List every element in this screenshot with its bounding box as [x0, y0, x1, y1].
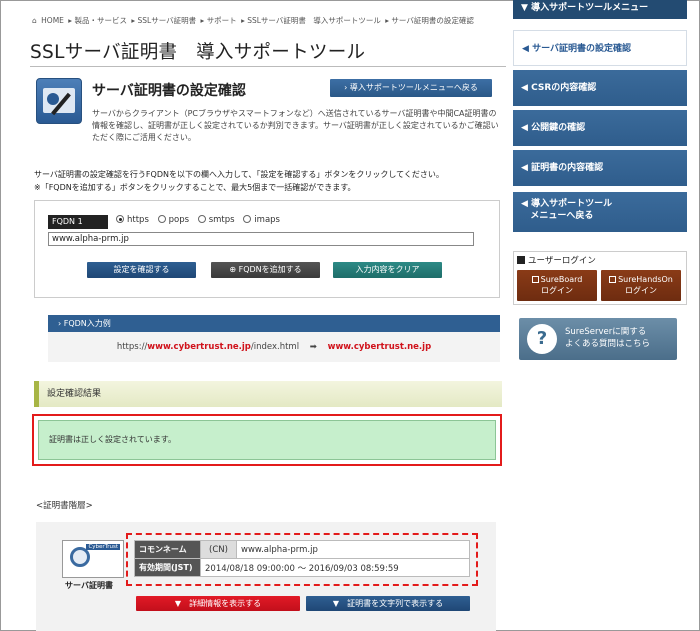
sidebar: ▼ 導入サポートツールメニュー ◀ サーバ証明書の設定確認 ◀ CSRの内容確認…	[513, 0, 687, 631]
breadcrumb-support[interactable]: サポート	[207, 16, 237, 25]
add-fqdn-button[interactable]: ⊕ FQDNを追加する	[211, 262, 320, 278]
certificate-label: サーバ証明書	[65, 581, 113, 590]
breadcrumb-home[interactable]: HOME	[41, 16, 64, 25]
door-icon	[531, 276, 539, 283]
sidebar-title: ▼ 導入サポートツールメニュー	[513, 0, 687, 19]
fqdn-label: FQDN 1	[48, 215, 108, 229]
radio-imaps[interactable]: imaps	[243, 215, 280, 225]
show-details-button[interactable]: ▼ 詳細情報を表示する	[136, 596, 300, 611]
section-description: サーバからクライアント（PCブラウザやスマートフォンなど）へ送信されているサーバ…	[92, 109, 499, 142]
sidebar-item-pubkey[interactable]: ◀ 公開鍵の確認	[513, 110, 687, 146]
arrow-right-icon: ➡	[309, 342, 317, 352]
radio-smtps[interactable]: smtps	[197, 215, 235, 225]
clear-input-button[interactable]: 入力内容をクリア	[333, 262, 442, 278]
show-text-button[interactable]: ▼ 証明書を文字列で表示する	[306, 596, 470, 611]
door-icon	[609, 276, 617, 283]
sidebar-item-menu-back[interactable]: ◀ 導入サポートツール メニューへ戻る	[513, 192, 687, 232]
surehandson-login-button[interactable]: SureHandsOn ログイン	[601, 270, 681, 301]
instructions: サーバ証明書の設定確認を行うFQDNを以下の欄へ入力して、「設定を確認する」ボタ…	[34, 168, 504, 194]
section-title: サーバ証明書の設定確認	[92, 83, 246, 99]
breadcrumb-current: サーバ証明書の設定確認	[391, 16, 474, 25]
plus-circle-icon: ⊕	[229, 265, 237, 274]
sidebar-item-cert-content[interactable]: ◀ 証明書の内容確認	[513, 150, 687, 186]
page-title: SSLサーバ証明書 導入サポートツール	[30, 42, 366, 63]
instruction-line-1: サーバ証明書の設定確認を行うFQDNを以下の欄へ入力して、「設定を確認する」ボタ…	[34, 170, 444, 179]
example-body: https://www.cybertrust.ne.jp/index.html …	[48, 332, 500, 362]
table-row: コモンネーム (CN) www.alpha-prm.jp	[134, 540, 470, 559]
breadcrumb-tool[interactable]: SSLサーバ証明書 導入サポートツール	[247, 16, 381, 25]
protocol-radios: https pops smtps imaps	[116, 215, 286, 225]
faq-banner[interactable]: ? SureServerに関する よくある質問はこちら	[519, 318, 677, 360]
home-icon: ⌂	[32, 16, 37, 25]
certificate-table: コモンネーム (CN) www.alpha-prm.jp 有効期間(JST) 2…	[134, 540, 470, 577]
instruction-line-2: ※「FQDNを追加する」ボタンをクリックすることで、最大5個まで一括確認ができま…	[34, 183, 356, 192]
result-header: 設定確認結果	[34, 381, 502, 407]
certificate-tool-icon	[36, 78, 82, 124]
menu-back-button[interactable]: › 導入サポートツールメニューへ戻る	[330, 79, 492, 97]
login-title: ユーザーログイン	[517, 254, 596, 266]
chain-label: <証明書階層>	[36, 501, 93, 511]
check-settings-button[interactable]: 設定を確認する	[87, 262, 196, 278]
fqdn-input[interactable]: www.alpha-prm.jp	[48, 232, 474, 246]
breadcrumb: ⌂ HOME ▸ 製品・サービス ▸ SSLサーバ証明書 ▸ サポート ▸ SS…	[32, 16, 474, 25]
breadcrumb-products[interactable]: 製品・サービス	[74, 16, 127, 25]
question-icon: ?	[527, 324, 557, 354]
sidebar-item-cert-check[interactable]: ◀ サーバ証明書の設定確認	[513, 30, 687, 66]
certificate-icon: CyberTrust	[62, 540, 124, 578]
radio-pops[interactable]: pops	[157, 215, 189, 225]
breadcrumb-ssl[interactable]: SSLサーバ証明書	[138, 16, 197, 25]
sidebar-item-csr[interactable]: ◀ CSRの内容確認	[513, 70, 687, 106]
example-header[interactable]: › FQDN入力例	[48, 315, 500, 332]
sureboard-login-button[interactable]: SureBoard ログイン	[517, 270, 597, 301]
title-divider	[30, 66, 506, 67]
table-row: 有効期間(JST) 2014/08/18 09:00:00 ～ 2016/09/…	[134, 558, 470, 577]
radio-https[interactable]: https	[116, 215, 149, 225]
result-message: 証明書は正しく設定されています。	[38, 420, 496, 460]
